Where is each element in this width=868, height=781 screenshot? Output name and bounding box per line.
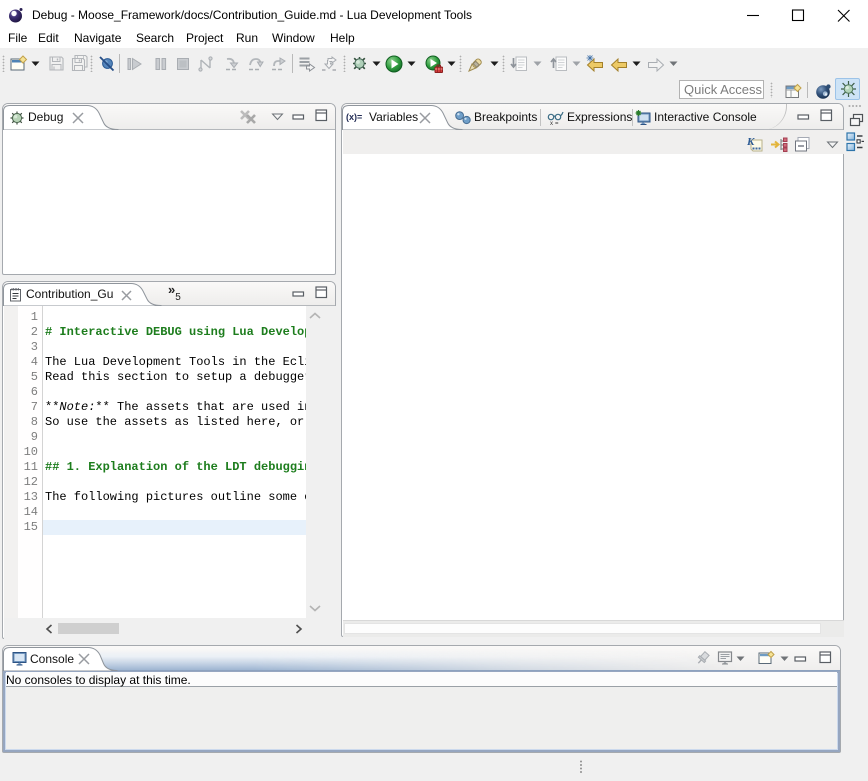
svg-text:=: =: [555, 121, 559, 126]
svg-text:K: K: [747, 136, 755, 148]
svg-text:x: x: [550, 121, 553, 126]
